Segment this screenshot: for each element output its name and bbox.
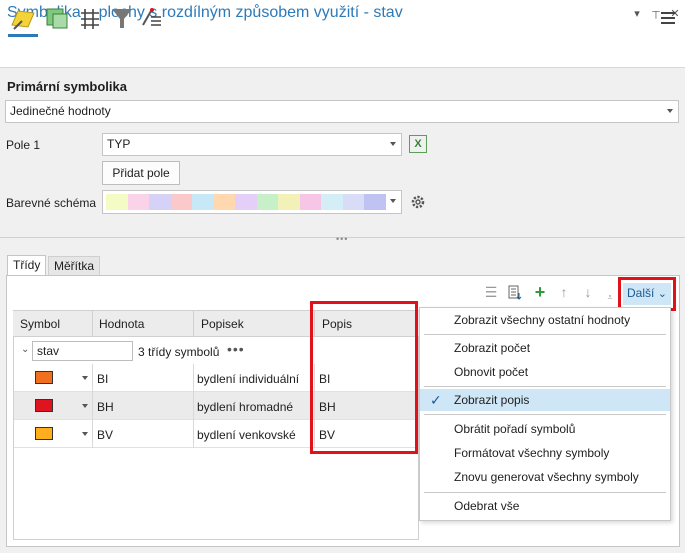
menu-item-remove-all[interactable]: Odebrat vše <box>420 495 670 517</box>
chevron-down-icon[interactable] <box>82 404 88 408</box>
active-tool-indicator <box>8 34 38 37</box>
color-ramp-stop <box>127 194 150 210</box>
more-button[interactable]: Další ⌄ <box>623 283 671 305</box>
column-header-label[interactable]: Popisek <box>201 317 244 331</box>
color-ramp-stop <box>170 194 193 210</box>
column-divider <box>92 364 93 448</box>
chevron-down-icon <box>390 142 396 146</box>
panel-bottom <box>0 548 685 553</box>
move-bottom-icon[interactable]: ⩡ <box>602 289 618 305</box>
move-up-icon[interactable]: ↑ <box>556 284 572 300</box>
tab-classes[interactable]: Třídy <box>7 255 46 276</box>
more-button-highlight[interactable]: Další ⌄ <box>618 277 676 311</box>
table-view-icon[interactable]: ☰ <box>483 284 499 300</box>
menu-separator <box>424 414 666 415</box>
row-label: bydlení individuální <box>197 372 300 386</box>
row-value: BH <box>97 400 114 414</box>
chevron-down-icon[interactable]: ⌄ <box>21 344 29 355</box>
symbol-swatch[interactable] <box>35 427 53 440</box>
move-down-icon[interactable]: ↓ <box>580 284 596 300</box>
column-header-symbol[interactable]: Symbol <box>20 317 60 331</box>
check-icon: ✓ <box>430 392 442 408</box>
symbology-method-select[interactable]: Jedinečné hodnoty <box>5 100 679 123</box>
menu-item-regenerate-all-symbols[interactable]: Znovu generovat všechny symboly <box>420 466 670 488</box>
color-ramp-stop <box>256 194 279 210</box>
chevron-down-icon[interactable] <box>82 376 88 380</box>
color-ramp-stop <box>299 194 322 210</box>
primary-symbology-heading: Primární symbolika <box>7 79 127 94</box>
primary-symbology-icon[interactable] <box>8 3 38 33</box>
menu-item-show-description[interactable]: Zobrazit popis <box>420 389 670 411</box>
symbol-layers-icon[interactable] <box>75 3 105 33</box>
column-divider <box>193 311 194 337</box>
expression-icon[interactable]: X <box>409 135 427 153</box>
color-ramp-stop <box>106 194 128 210</box>
color-ramp-stop <box>321 194 343 210</box>
column-divider <box>92 311 93 337</box>
menu-separator <box>424 386 666 387</box>
tab-scales[interactable]: Měřítka <box>48 256 100 276</box>
row-label: bydlení venkovské <box>197 428 296 442</box>
field-value: TYP <box>107 137 131 151</box>
symbology-method-value: Jedinečné hodnoty <box>10 104 111 118</box>
menu-item-show-all-other-values[interactable]: Zobrazit všechny ostatní hodnoty <box>420 309 670 331</box>
menu-item-refresh-count[interactable]: Obnovit počet <box>420 361 670 383</box>
menu-item-format-all-symbols[interactable]: Formátovat všechny symboly <box>420 442 670 464</box>
color-ramp <box>106 194 386 210</box>
color-ramp-stop <box>149 194 171 210</box>
add-class-icon[interactable]: + <box>532 283 548 301</box>
row-value: BV <box>97 428 114 442</box>
color-scheme-select[interactable] <box>102 190 402 214</box>
advanced-symbology-icon[interactable] <box>139 3 169 33</box>
chevron-down-icon <box>667 109 673 113</box>
symbol-swatch[interactable] <box>35 399 53 412</box>
more-button-label: Další <box>627 286 655 300</box>
column-header-value[interactable]: Hodnota <box>99 317 144 331</box>
color-ramp-stop <box>235 194 257 210</box>
menu-separator <box>424 334 666 335</box>
add-field-button[interactable]: Přidat pole <box>102 161 180 185</box>
field-label: Pole 1 <box>6 138 41 152</box>
filter-icon[interactable] <box>107 3 137 33</box>
row-label: bydlení hromadné <box>197 400 294 414</box>
menu-item-reverse-symbol-order[interactable]: Obrátit pořadí symbolů <box>420 418 670 440</box>
symbol-swatch[interactable] <box>35 371 53 384</box>
color-ramp-stop <box>364 194 386 210</box>
chevron-down-icon: ⌄ <box>657 288 667 300</box>
menu-separator <box>424 492 666 493</box>
group-options-icon[interactable]: ••• <box>227 342 245 356</box>
gear-icon[interactable] <box>409 193 427 211</box>
row-value: BI <box>97 372 109 386</box>
splitter-grip: ••• <box>336 234 349 244</box>
symbology-toolbar <box>0 30 685 68</box>
column-divider <box>193 364 194 448</box>
menu-item-show-count[interactable]: Zobrazit počet <box>420 337 670 359</box>
color-scheme-label: Barevné schéma <box>6 196 97 210</box>
color-ramp-stop <box>342 194 365 210</box>
group-count: 3 třídy symbolů <box>138 345 220 359</box>
options-dropdown-icon[interactable]: ▾ <box>629 6 645 22</box>
chevron-down-icon[interactable] <box>82 432 88 436</box>
group-name-input[interactable]: stav <box>32 341 133 361</box>
color-ramp-stop <box>278 194 300 210</box>
vary-symbology-icon[interactable] <box>42 3 72 33</box>
chevron-down-icon <box>390 199 396 203</box>
add-values-icon[interactable] <box>507 284 523 300</box>
hamburger-icon[interactable] <box>661 12 675 24</box>
color-ramp-stop <box>213 194 236 210</box>
color-ramp-stop <box>192 194 214 210</box>
description-column-highlight <box>310 301 418 454</box>
field-select[interactable]: TYP <box>102 133 402 156</box>
